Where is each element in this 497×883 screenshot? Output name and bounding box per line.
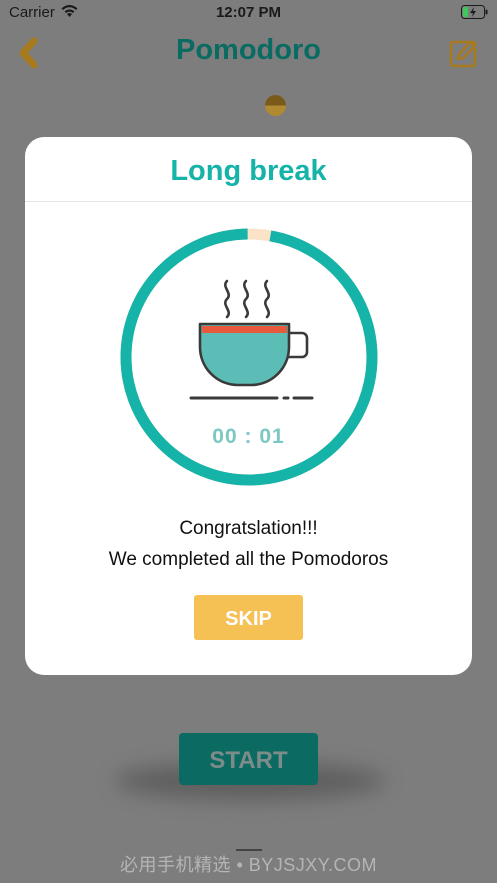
divider bbox=[25, 201, 472, 202]
break-dialog: Long break 00 : 01 Congratslation!!! We … bbox=[25, 137, 472, 675]
start-button[interactable]: START bbox=[179, 733, 318, 785]
battery-icon bbox=[461, 5, 488, 19]
timer-ring bbox=[120, 228, 378, 486]
status-bar: Carrier 12:07 PM bbox=[0, 0, 497, 26]
skip-button[interactable]: SKIP bbox=[194, 595, 303, 640]
coffee-cup-icon bbox=[189, 279, 314, 400]
timer-countdown: 00 : 01 bbox=[212, 425, 285, 448]
watermark: 必用手机精选 • BYJSJXY.COM bbox=[119, 855, 377, 875]
page-title: Pomodoro bbox=[176, 34, 321, 66]
progress-dot bbox=[265, 95, 286, 116]
edit-button[interactable] bbox=[449, 38, 479, 68]
clock: 12:07 PM bbox=[215, 4, 282, 21]
edit-icon bbox=[449, 40, 477, 68]
dialog-title: Long break bbox=[170, 155, 327, 187]
completion-message: We completed all the Pomodoros bbox=[108, 549, 389, 570]
congrats-message: Congratslation!!! bbox=[179, 518, 318, 539]
